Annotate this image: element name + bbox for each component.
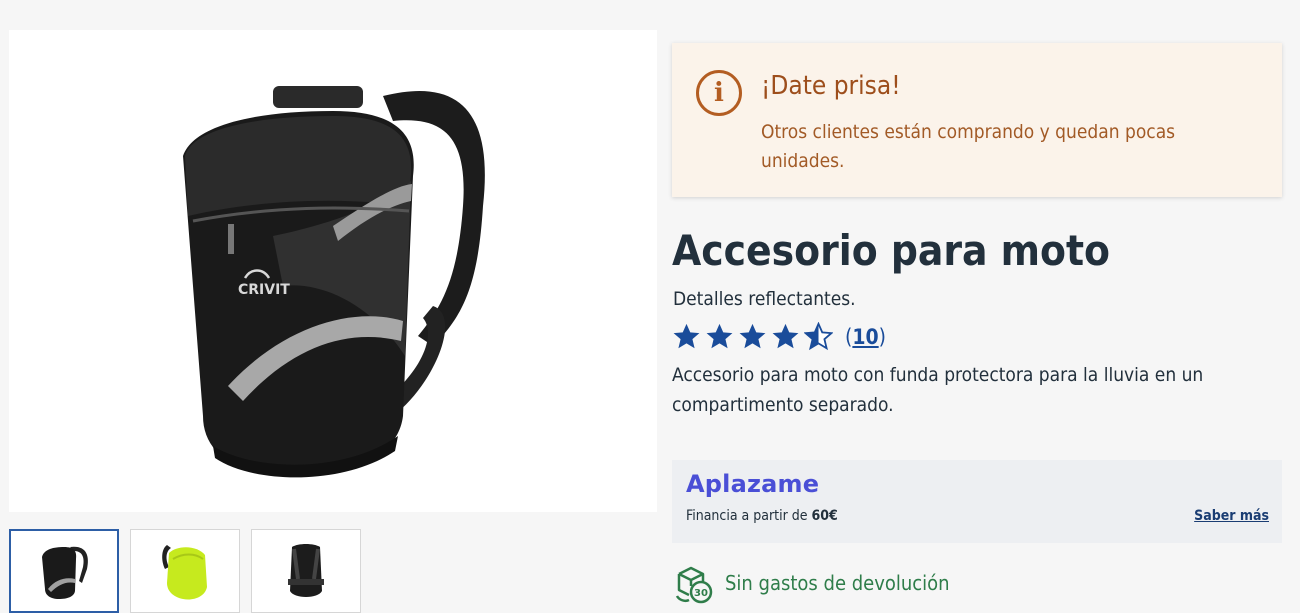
svg-text:30: 30 [694, 588, 708, 599]
free-returns-text: Sin gastos de devolución [725, 571, 950, 595]
thumbnail-backpack-back[interactable] [251, 529, 361, 613]
star-full-icon [706, 323, 733, 349]
star-full-icon [739, 323, 766, 349]
free-returns: 30 Sin gastos de devolución [671, 562, 950, 604]
alert-title: ¡Date prisa! [761, 71, 901, 101]
financing-box: Aplazame Financia a partir de 60€ Saber … [672, 460, 1282, 543]
thumbnail-strip [9, 529, 361, 613]
main-product-image[interactable]: CRIVIT [9, 30, 657, 512]
star-half-icon [804, 322, 833, 351]
product-title: Accesorio para moto [672, 226, 1111, 275]
review-count-link[interactable]: (10) [845, 325, 886, 349]
info-icon: i [696, 70, 742, 116]
product-page: CRIVIT i ¡Date prisa! Otros clientes est… [0, 0, 1300, 613]
brand-print: CRIVIT [238, 282, 290, 298]
product-rating[interactable]: (10) [672, 322, 886, 351]
star-full-icon [772, 323, 799, 349]
backpack-image: CRIVIT [183, 86, 485, 478]
product-subtitle: Detalles reflectantes. [673, 288, 856, 310]
aplazame-logo: Aplazame [686, 470, 820, 498]
saber-mas-link[interactable]: Saber más [1194, 508, 1269, 524]
alert-text: Otros clientes están comprando y quedan … [761, 121, 1176, 172]
thumbnail-backpack-front[interactable] [9, 529, 119, 613]
star-full-icon [673, 323, 700, 349]
low-stock-alert: i ¡Date prisa! Otros clientes están comp… [672, 43, 1282, 197]
thumbnail-backpack-rain-cover[interactable] [130, 529, 240, 613]
financing-text: Financia a partir de 60€ [686, 508, 838, 524]
return-box-icon: 30 [675, 566, 713, 604]
product-description: Accesorio para moto con funda protectora… [672, 364, 1204, 416]
